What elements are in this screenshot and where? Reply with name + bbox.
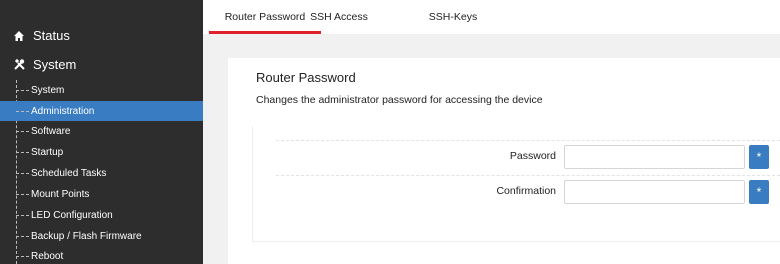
- sidebar-section-label: Status: [33, 28, 70, 43]
- sidebar-item-label: LED Configuration: [31, 209, 113, 221]
- sidebar-item-mount-points[interactable]: Mount Points: [0, 184, 203, 204]
- section-title: Router Password: [256, 70, 356, 85]
- sidebar-item-backup-flash-firmware[interactable]: Backup / Flash Firmware: [0, 226, 203, 246]
- sidebar-item-scheduled-tasks[interactable]: Scheduled Tasks: [0, 163, 203, 183]
- sidebar-item-software[interactable]: Software: [0, 121, 203, 141]
- sidebar-item-led-configuration[interactable]: LED Configuration: [0, 205, 203, 225]
- reveal-confirmation-button[interactable]: *: [749, 180, 769, 204]
- sidebar-section-system[interactable]: System: [12, 57, 76, 72]
- password-input[interactable]: [564, 145, 745, 169]
- tab-label: SSH Access: [310, 11, 368, 23]
- sidebar: Status System System Administration Soft…: [0, 0, 203, 264]
- tools-icon: [12, 58, 26, 72]
- confirmation-input[interactable]: [564, 180, 745, 204]
- sidebar-item-label: Administration: [31, 105, 95, 117]
- tab-label: SSH-Keys: [428, 11, 478, 23]
- sidebar-item-reboot[interactable]: Reboot: [0, 246, 203, 264]
- sidebar-item-label: Software: [31, 125, 71, 137]
- asterisk-icon: *: [756, 185, 762, 199]
- router-password-card: Router Password Changes the administrato…: [228, 58, 780, 264]
- password-label: Password: [509, 150, 556, 162]
- sidebar-item-label: Scheduled Tasks: [31, 167, 107, 179]
- sidebar-item-label: Backup / Flash Firmware: [31, 230, 142, 242]
- sidebar-section-label: System: [33, 57, 77, 72]
- row-divider: [276, 140, 780, 141]
- tab-bar: Router Password SSH Access SSH-Keys: [203, 0, 780, 34]
- sidebar-item-administration[interactable]: Administration: [0, 101, 203, 121]
- home-icon: [12, 29, 26, 43]
- reveal-password-button[interactable]: *: [749, 145, 769, 169]
- sidebar-section-status[interactable]: Status: [12, 28, 70, 43]
- sidebar-item-label: System: [31, 84, 65, 96]
- asterisk-icon: *: [756, 150, 762, 164]
- tab-ssh-keys[interactable]: SSH-Keys: [419, 0, 487, 34]
- sidebar-item-startup[interactable]: Startup: [0, 142, 203, 162]
- sidebar-item-label: Startup: [31, 146, 64, 158]
- sidebar-item-label: Reboot: [31, 250, 64, 262]
- sidebar-item-label: Mount Points: [31, 188, 90, 200]
- tab-label: Router Password: [224, 11, 306, 23]
- tab-ssh-access[interactable]: SSH Access: [303, 0, 375, 34]
- sidebar-item-system[interactable]: System: [0, 80, 203, 100]
- confirmation-label: Confirmation: [496, 185, 556, 197]
- section-description: Changes the administrator password for a…: [256, 94, 543, 106]
- row-divider: [276, 175, 780, 176]
